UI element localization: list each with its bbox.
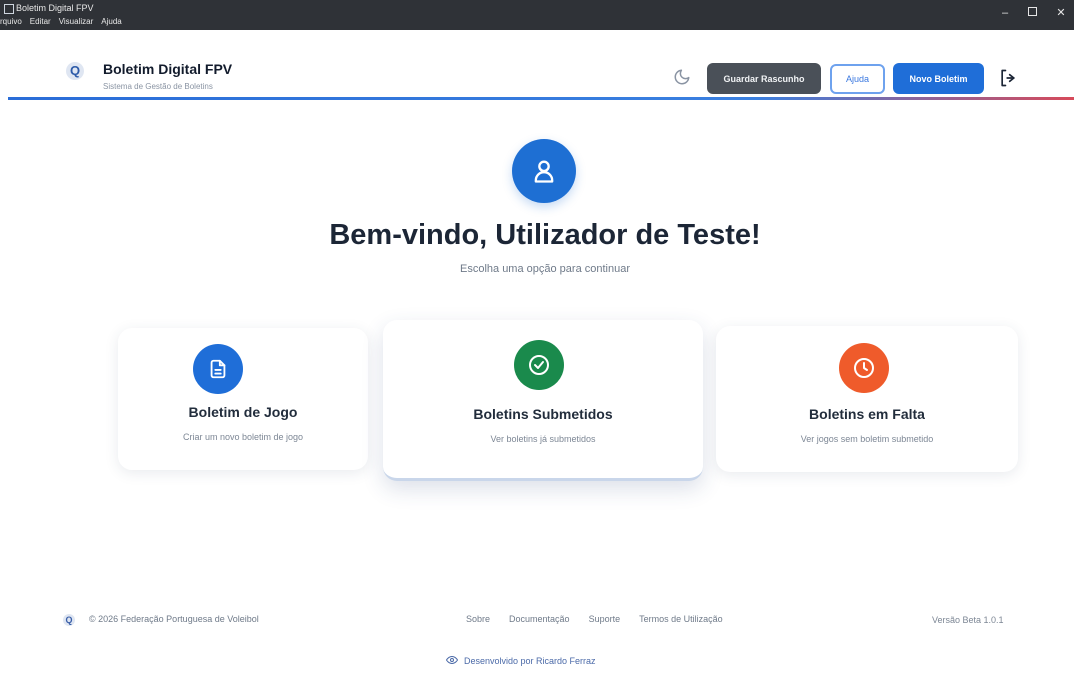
card-title: Boletins Submetidos <box>473 406 613 422</box>
footer-links: Sobre Documentação Suporte Termos de Uti… <box>466 614 723 624</box>
menu-help[interactable]: Ajuda <box>101 17 121 26</box>
app-version: Versão Beta 1.0.1 <box>932 615 1004 625</box>
clock-icon <box>839 343 889 393</box>
app-header: Q Boletim Digital FPV Sistema de Gestão … <box>0 30 1074 100</box>
card-title: Boletim de Jogo <box>188 404 298 420</box>
welcome-heading: Bem-vindo, Utilizador de Teste! <box>329 219 761 251</box>
window-title: Boletim Digital FPV <box>16 3 94 13</box>
menu-file[interactable]: rquivo <box>0 17 22 26</box>
footer-link-terms[interactable]: Termos de Utilização <box>639 614 723 624</box>
footer-link-documentation[interactable]: Documentação <box>509 614 570 624</box>
card-missing-reports[interactable]: Boletins em Falta Ver jogos sem boletim … <box>716 326 1018 472</box>
footer-copyright: © 2026 Federação Portuguesa de Voleibol <box>89 614 259 624</box>
developer-credit-text: Desenvolvido por Ricardo Ferraz <box>464 656 596 666</box>
card-subtitle: Criar um novo boletim de jogo <box>182 432 304 442</box>
header-accent-line <box>8 97 1074 100</box>
user-avatar-icon <box>512 139 576 203</box>
moon-icon[interactable] <box>673 68 691 86</box>
developer-credit: Desenvolvido por Ricardo Ferraz <box>445 655 596 666</box>
save-draft-button[interactable]: Guardar Rascunho <box>707 63 821 94</box>
new-report-button[interactable]: Novo Boletim <box>893 63 984 94</box>
card-subtitle: Ver jogos sem boletim submetido <box>800 434 934 444</box>
card-new-report[interactable]: Boletim de Jogo Criar um novo boletim de… <box>118 328 368 470</box>
eye-icon <box>445 655 459 666</box>
app-window-icon <box>4 4 14 14</box>
menu-edit[interactable]: Editar <box>30 17 51 26</box>
card-title: Boletins em Falta <box>809 406 925 422</box>
check-circle-icon <box>514 340 564 390</box>
welcome-subtitle: Escolha uma opção para continuar <box>460 263 630 275</box>
document-icon <box>193 344 243 394</box>
logout-icon[interactable] <box>997 68 1019 88</box>
footer-logo-icon: Q <box>63 614 75 626</box>
maximize-button[interactable] <box>1025 6 1039 20</box>
card-submitted-reports[interactable]: Boletins Submetidos Ver boletins já subm… <box>383 320 703 481</box>
footer-link-about[interactable]: Sobre <box>466 614 490 624</box>
footer-link-support[interactable]: Suporte <box>589 614 621 624</box>
minimize-button[interactable]: – <box>998 6 1012 20</box>
window-titlebar: Boletim Digital FPV rquivo Editar Visual… <box>0 0 1074 30</box>
menu-bar: rquivo Editar Visualizar Ajuda <box>0 17 122 26</box>
card-subtitle: Ver boletins já submetidos <box>490 434 596 444</box>
brand-title: Boletim Digital FPV <box>103 61 233 77</box>
menu-view[interactable]: Visualizar <box>59 17 94 26</box>
brand-subtitle: Sistema de Gestão de Boletins <box>103 82 213 91</box>
fpv-logo-icon[interactable]: Q <box>66 62 84 80</box>
close-window-button[interactable]: ✕ <box>1054 6 1068 20</box>
help-button[interactable]: Ajuda <box>830 64 885 94</box>
